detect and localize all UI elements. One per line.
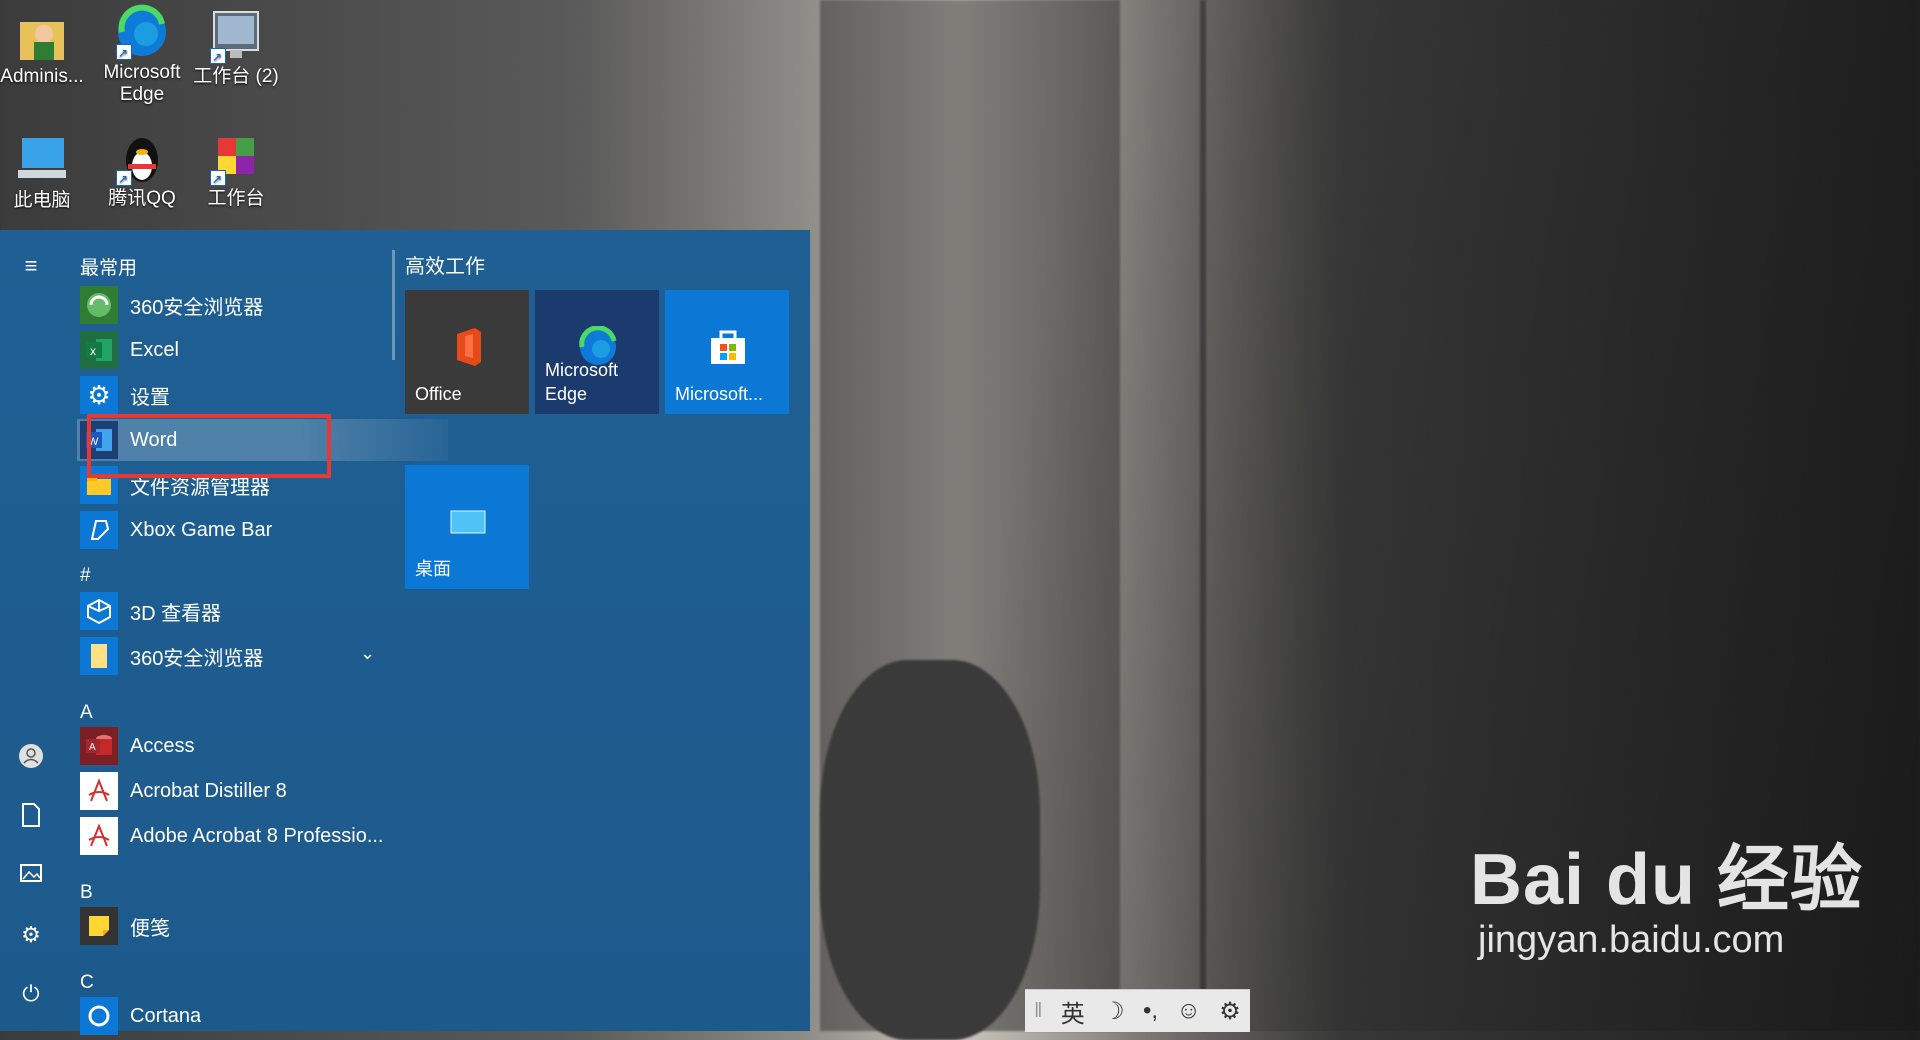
ime-toolbar: ‖ 英 ☽ •, ☺ ⚙ [1025,989,1250,1032]
folder-icon [80,637,118,675]
tiles-area: 高效工作 Office Microsoft Edge Microsoft... … [405,230,805,1031]
moon-icon[interactable]: ☽ [1103,997,1125,1026]
app-item-access[interactable]: A Access [80,725,400,767]
svg-text:A: A [89,742,96,753]
3d-viewer-icon [80,592,118,630]
edge-icon [114,4,170,64]
acrobat-icon [80,772,118,810]
desktop-icon-workbench-2[interactable]: 工作台 (2) [190,8,282,88]
app-item-excel[interactable]: x Excel [80,329,400,371]
hamburger-menu-icon[interactable]: ≡ [17,252,45,280]
gear-icon[interactable]: ⚙ [17,921,45,949]
most-used-header: 最常用 [80,258,138,279]
tile-microsoft-edge[interactable]: Microsoft Edge [535,290,659,414]
app-item-xbox-game-bar[interactable]: Xbox Game Bar [80,509,400,551]
shortcut-arrow-icon [210,46,226,68]
acrobat-icon [80,817,118,855]
desktop-icon-this-pc[interactable]: 此电脑 [0,132,88,212]
desktop-icon-qq[interactable]: 腾讯QQ [96,130,188,210]
office-icon [447,326,489,368]
shortcut-arrow-icon [116,168,132,190]
punctuation-icon[interactable]: •, [1143,997,1158,1025]
baidu-watermark: Bai du 经验 jingyan.baidu.com [1470,820,1863,962]
section-header-hash[interactable]: # [80,565,91,587]
section-header-a[interactable]: A [80,702,93,724]
app-item-settings[interactable]: ⚙ 设置 [80,374,400,416]
pictures-icon[interactable] [17,862,45,890]
app-item-acrobat-distiller[interactable]: Acrobat Distiller 8 [80,770,400,812]
sticky-notes-icon [80,907,118,945]
tile-group-title[interactable]: 高效工作 [405,250,485,279]
gear-icon: ⚙ [80,376,118,414]
tile-microsoft-store[interactable]: Microsoft... [665,290,789,414]
emoji-icon[interactable]: ☺ [1176,997,1201,1025]
section-header-c[interactable]: C [80,972,94,994]
svg-text:x: x [90,344,96,358]
excel-icon: x [80,331,118,369]
xbox-game-bar-icon [80,511,118,549]
user-folder-icon [14,8,70,64]
store-icon [707,326,749,368]
watermark-url: jingyan.baidu.com [1478,919,1785,961]
power-icon[interactable]: ⏻ [17,980,45,1008]
app-item-adobe-acrobat-8[interactable]: Adobe Acrobat 8 Professio... [80,815,400,857]
360-browser-icon [80,286,118,324]
qq-penguin-icon [114,130,170,190]
app-item-sticky-notes[interactable]: 便笺 [80,905,400,947]
app-item-3d-viewer[interactable]: 3D 查看器 [80,590,400,632]
shortcut-arrow-icon [116,42,132,64]
desktop-icon-workbench[interactable]: 工作台 [190,130,282,210]
app-list-scrollbar[interactable] [392,250,395,360]
tile-office[interactable]: Office [405,290,529,414]
shortcut-arrow-icon [210,168,226,190]
start-menu: ≡ ⚙ ⏻ 最常用 360安全浏览器 x Excel ⚙ 设置 W Word 文… [0,230,810,1035]
desktop-icon [447,501,489,543]
tile-desktop[interactable]: 桌面 [405,465,529,589]
desktop-icon-edge[interactable]: Microsoft Edge [96,4,188,106]
wallpaper-boulder [820,660,1040,1040]
access-icon: A [80,727,118,765]
watermark-brand: Bai du 经验 [1470,840,1864,920]
document-icon[interactable] [17,802,45,830]
app-item-360-browser[interactable]: 360安全浏览器 [80,284,400,326]
ime-drag-handle[interactable]: ‖ [1034,1000,1042,1023]
user-icon[interactable] [17,743,45,771]
cortana-icon [80,997,118,1035]
section-header-b[interactable]: B [80,882,93,904]
wallpaper-crack [1200,0,1206,1031]
desktop-icon-administrator[interactable]: Adminis... [0,8,88,88]
workbench-icon [208,130,264,190]
app-item-360-browser-folder[interactable]: 360安全浏览器 ⌄ [80,635,400,677]
annotation-highlight-box [87,414,331,478]
app-list: 最常用 360安全浏览器 x Excel ⚙ 设置 W Word 文件资源管理器… [62,230,448,1035]
ime-language-toggle[interactable]: 英 [1061,994,1085,1029]
gear-icon[interactable]: ⚙ [1219,997,1241,1026]
start-left-rail: ≡ ⚙ ⏻ [0,230,62,1031]
chevron-down-icon[interactable]: ⌄ [360,643,375,664]
computer-icon [14,132,70,188]
monitor-icon [208,8,264,68]
